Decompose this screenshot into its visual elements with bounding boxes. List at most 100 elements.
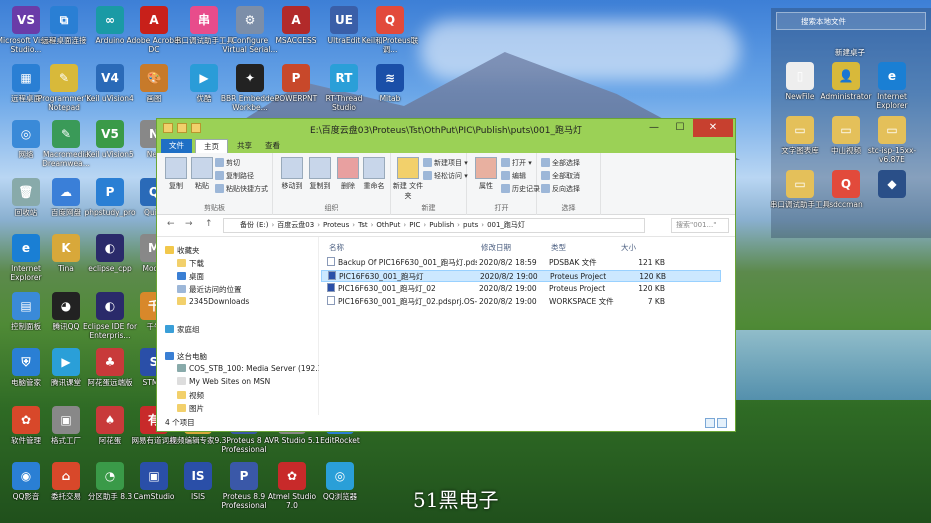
column-name[interactable]: 名称 xyxy=(329,242,344,253)
ribbon-tabs: 文件 主页 共享 查看 xyxy=(157,139,735,153)
breadcrumb-item[interactable]: 备份 (E:) xyxy=(240,221,268,229)
clipboard-label: 剪贴板 xyxy=(204,204,225,212)
file-icon xyxy=(328,271,336,280)
tab-view[interactable]: 查看 xyxy=(257,139,288,153)
breadcrumb-item[interactable]: PIC xyxy=(409,221,420,229)
watermark: 51黑电子 xyxy=(413,488,499,512)
rename-button[interactable]: 重命名 xyxy=(357,157,391,191)
breadcrumb-item[interactable]: 百度云盘03 xyxy=(277,221,314,229)
breadcrumb-chevron-icon[interactable]: › xyxy=(271,221,274,229)
nav-this-pc[interactable]: 这台电脑 xyxy=(165,351,207,362)
nav-downloads[interactable]: 下载 xyxy=(177,258,204,269)
tab-file[interactable]: 文件 xyxy=(161,139,192,153)
properties-check-icon xyxy=(475,157,497,179)
nav-msn[interactable]: My Web Sites on MSN xyxy=(177,377,270,386)
open-button[interactable]: 打开 ▾ xyxy=(501,158,532,168)
icons-view-button[interactable] xyxy=(717,418,727,428)
title-bar[interactable]: E:\百度云盘03\Proteus\Tst\OthPut\PIC\Publish… xyxy=(157,119,735,139)
column-type[interactable]: 类型 xyxy=(551,242,566,253)
breadcrumb-chevron-icon[interactable]: › xyxy=(481,221,484,229)
paste-icon xyxy=(191,157,213,179)
properties-button[interactable]: 属性 xyxy=(469,157,503,191)
desktop-icon-17[interactable]: ≋ Mitab xyxy=(360,64,420,103)
up-button[interactable]: ↑ xyxy=(205,219,213,229)
breadcrumb-chevron-icon[interactable]: › xyxy=(403,221,406,229)
new-folder-icon xyxy=(397,157,419,179)
open-icon xyxy=(501,158,510,167)
close-button[interactable]: ✕ xyxy=(693,119,733,137)
column-modified[interactable]: 修改日期 xyxy=(481,242,511,253)
edit-icon xyxy=(501,171,510,180)
copy-path-button[interactable]: 复制路径 xyxy=(215,171,254,181)
app-icon: ▭ xyxy=(878,116,906,144)
easy-access-button[interactable]: 轻松访问 ▾ xyxy=(423,171,468,181)
file-date: 2020/8/2 19:00 xyxy=(479,284,537,293)
navigation-pane: 收藏夹 下载 桌面 最近访问的位置 2345Downloads 家庭组 这台电脑… xyxy=(157,237,330,415)
table-row[interactable]: Backup Of PIC16F630_001_跑马灯.pds... 2020/8… xyxy=(321,257,721,269)
app-icon: ♠ xyxy=(96,406,124,434)
desktop-search-input[interactable]: 搜索本地文件 xyxy=(776,12,926,30)
edit-button[interactable]: 编辑 xyxy=(501,171,526,181)
table-row[interactable]: PIC16F630_001_跑马灯_02 2020/8/2 19:00 Proteu… xyxy=(321,283,721,295)
tab-home[interactable]: 主页 xyxy=(195,139,228,153)
breadcrumb-chevron-icon[interactable]: › xyxy=(352,221,355,229)
fence-icon-8[interactable]: ◆ xyxy=(862,170,922,200)
new-folder-button[interactable]: 新建 文件夹 xyxy=(391,157,425,201)
nav-desktop[interactable]: 桌面 xyxy=(177,271,204,282)
paste-button[interactable]: 粘贴 xyxy=(185,157,219,191)
nav-homegroup[interactable]: 家庭组 xyxy=(165,324,200,335)
select-group: 全部选择 全部取消 反向选择 选择 xyxy=(537,153,601,215)
details-view-button[interactable] xyxy=(705,418,715,428)
desktop-icon-53[interactable]: ◎ QQ浏览器 xyxy=(310,462,370,501)
file-date: 2020/8/2 19:00 xyxy=(479,297,537,306)
fence-icon-2[interactable]: e Internet Explorer xyxy=(862,62,922,110)
app-icon: ◕ xyxy=(52,292,80,320)
column-size[interactable]: 大小 xyxy=(621,242,636,253)
app-icon: ✎ xyxy=(50,64,78,92)
breadcrumb-item[interactable]: Proteus xyxy=(323,221,349,229)
nav-videos[interactable]: 视频 xyxy=(177,390,204,401)
folder-search-input[interactable]: 搜索"001..." xyxy=(671,218,729,233)
tab-share[interactable]: 共享 xyxy=(229,139,260,153)
nav-media-server[interactable]: COS_STB_100: Media Server (192.1... xyxy=(177,364,330,373)
nav-pictures[interactable]: 图片 xyxy=(177,403,204,414)
app-icon: Q xyxy=(376,6,404,34)
cut-button[interactable]: 剪切 xyxy=(215,158,240,168)
invert-selection-button[interactable]: 反向选择 xyxy=(541,184,580,194)
breadcrumb-item[interactable]: OthPut xyxy=(376,221,400,229)
back-button[interactable]: ← xyxy=(167,219,175,229)
nav-2345downloads[interactable]: 2345Downloads xyxy=(177,297,249,306)
table-row[interactable]: PIC16F630_001_跑马灯 2020/8/2 19:00 Proteus P… xyxy=(321,270,721,282)
new-item-button[interactable]: 新建项目 ▾ xyxy=(423,158,468,168)
forward-button[interactable]: → xyxy=(185,219,193,229)
recent-icon xyxy=(177,285,186,293)
select-all-button[interactable]: 全部选择 xyxy=(541,158,580,168)
history-button[interactable]: 历史记录 xyxy=(501,184,540,194)
breadcrumb-item[interactable]: 001_跑马灯 xyxy=(487,221,525,229)
minimize-button[interactable]: — xyxy=(641,119,667,137)
nav-favorites[interactable]: 收藏夹 xyxy=(165,245,200,256)
file-name: PIC16F630_001_跑马灯 xyxy=(328,271,478,283)
breadcrumb-item[interactable]: puts xyxy=(463,221,478,229)
desktop-icon-8[interactable]: Q Keil和Proteus联调... xyxy=(360,6,420,54)
table-row[interactable]: PIC16F630_001_跑马灯_02.pdsprj.OS-... 2020/8… xyxy=(321,296,721,308)
address-bar[interactable]: 备份 (E:) › 百度云盘03 › Proteus › Tst › OthPut › PIC › Pu… xyxy=(223,218,645,233)
breadcrumb-chevron-icon[interactable]: › xyxy=(423,221,426,229)
breadcrumb-chevron-icon[interactable]: › xyxy=(317,221,320,229)
fence-icon-5[interactable]: ▭ stc-isp-15xx-v6.87E xyxy=(862,116,922,164)
breadcrumb-item[interactable]: Publish xyxy=(429,221,454,229)
select-none-button[interactable]: 全部取消 xyxy=(541,171,580,181)
breadcrumb-chevron-icon[interactable]: › xyxy=(457,221,460,229)
breadcrumb-item[interactable]: Tst xyxy=(358,221,368,229)
app-icon: ⧉ xyxy=(50,6,78,34)
pictures-icon xyxy=(177,404,186,412)
homegroup-icon xyxy=(165,325,174,333)
move-icon xyxy=(281,157,303,179)
breadcrumb-chevron-icon[interactable]: › xyxy=(371,221,374,229)
file-icon xyxy=(327,283,335,292)
file-size: 120 KB xyxy=(638,284,665,293)
app-icon: Q xyxy=(832,170,860,198)
maximize-button[interactable]: ☐ xyxy=(667,119,693,137)
paste-shortcut-button[interactable]: 粘贴快捷方式 xyxy=(215,184,268,194)
nav-recent[interactable]: 最近访问的位置 xyxy=(177,284,242,295)
